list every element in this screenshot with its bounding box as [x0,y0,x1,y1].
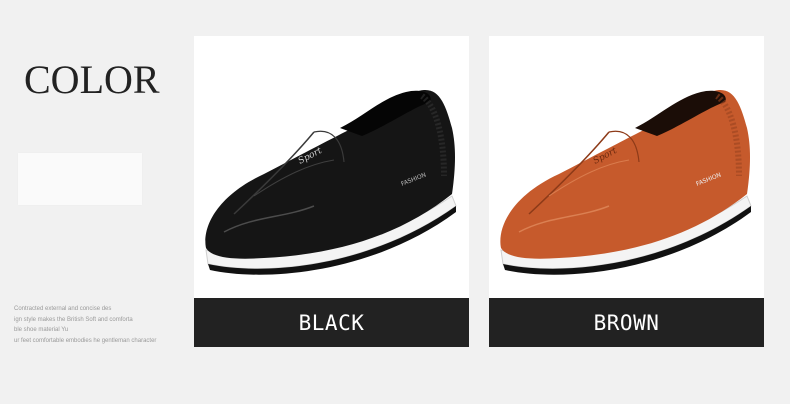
black-shoe-image: Sport FASHION [194,36,469,298]
description-line: Contracted external and concise des [14,306,112,312]
black-label: BLACK [298,310,365,335]
description-line: ign style makes the British Soft and com… [14,316,133,323]
brown-shoe-image: Sport FASHION [489,36,764,298]
brown-label: BROWN [593,310,660,335]
description-line: ble shoe material Yu [14,327,69,333]
color-heading: COLOR [24,57,160,102]
description-text: Contracted external and concise des ign … [14,304,179,346]
black-label-bar: BLACK [194,298,469,347]
description-line: ur feet comfortable embodies he gentlema… [14,337,157,344]
brown-label-bar: BROWN [489,298,764,347]
blank-panel [18,153,142,205]
color-option-black[interactable]: Sport FASHION BLACK [194,36,469,347]
color-option-brown[interactable]: Sport FASHION BROWN [489,36,764,347]
